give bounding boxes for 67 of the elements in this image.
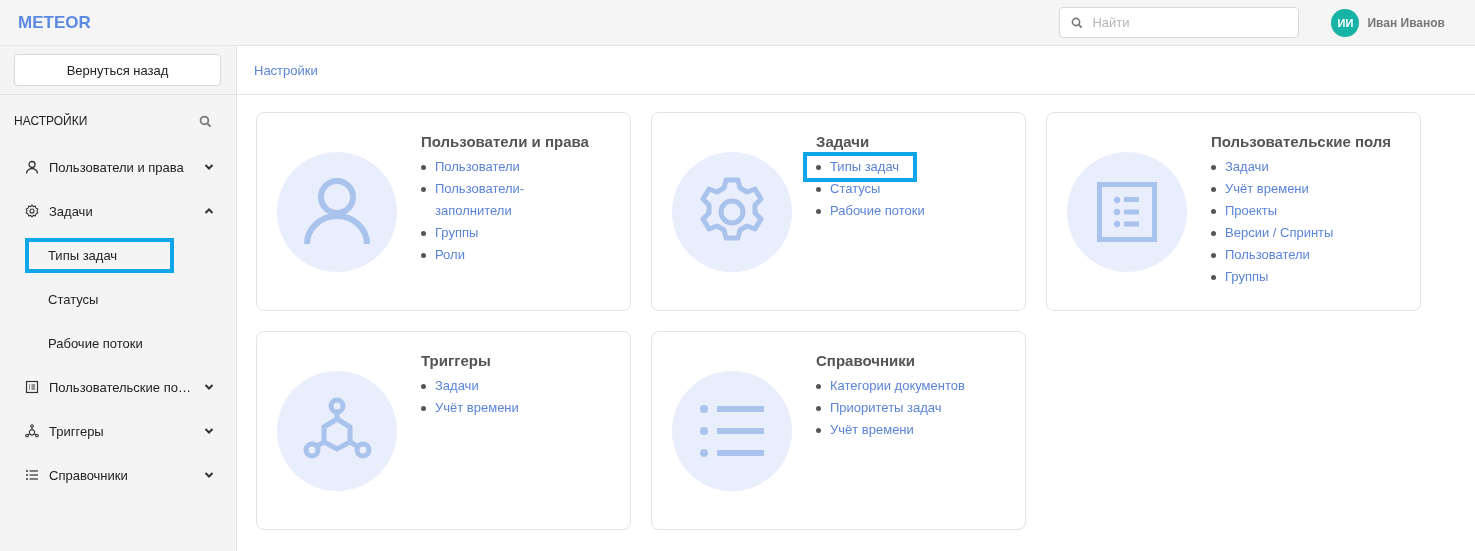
card-link[interactable]: Задачи — [435, 375, 479, 397]
card-link[interactable]: Учёт времени — [830, 419, 914, 441]
back-button[interactable]: Вернуться назад — [14, 54, 221, 86]
card-link[interactable]: Версии / Спринты — [1225, 222, 1334, 244]
user-avatar[interactable]: ИИ — [1331, 8, 1360, 37]
form-icon — [1067, 152, 1187, 272]
bullet-icon — [1211, 253, 1216, 258]
card-link[interactable]: Задачи — [1225, 156, 1269, 178]
search-field[interactable]: Найти — [1059, 7, 1300, 38]
bullet-icon — [816, 428, 821, 433]
bullet-icon — [421, 165, 426, 170]
bullet-icon — [1211, 209, 1216, 214]
card-title: Пользовательские поля — [1211, 133, 1392, 150]
sidebar-item[interactable]: Задачи — [49, 203, 194, 219]
chevron-down-icon[interactable] — [204, 470, 214, 480]
card-link[interactable]: Учёт времени — [1225, 178, 1309, 200]
card-link[interactable]: Учёт времени — [435, 397, 519, 419]
card-link[interactable]: Рабочие потоки — [830, 200, 925, 222]
bullet-icon — [421, 187, 426, 192]
chevron-down-icon[interactable] — [204, 426, 214, 436]
search-icon[interactable] — [199, 114, 212, 128]
user-name[interactable]: Иван Иванов — [1367, 15, 1445, 30]
bullet-icon — [421, 384, 426, 389]
bullet-icon — [1211, 231, 1216, 236]
card-title: Пользователи и права — [421, 133, 589, 150]
network-icon — [277, 371, 397, 491]
card-link[interactable]: Типы задач — [803, 152, 918, 182]
chevron-up-icon[interactable] — [204, 206, 214, 216]
list-icon — [672, 371, 792, 491]
card-link[interactable]: Приоритеты задач — [830, 397, 942, 419]
bullet-icon — [816, 187, 821, 192]
card-link[interactable]: Пользователи — [1225, 244, 1310, 266]
sidebar-subitem[interactable]: Типы задач — [25, 237, 174, 273]
sidebar-item[interactable]: Пользовательские по… — [49, 379, 194, 395]
card-title: Задачи — [816, 133, 871, 150]
bullet-icon — [421, 406, 426, 411]
bullet-icon — [421, 231, 426, 236]
breadcrumb-link[interactable]: Настройки — [254, 62, 318, 78]
sidebar-item[interactable]: Триггеры — [49, 423, 194, 439]
card-link[interactable]: Проекты — [1225, 200, 1278, 222]
card-title: Триггеры — [421, 352, 492, 369]
bullet-icon — [421, 253, 426, 258]
card-link[interactable]: Пользователи — [435, 156, 520, 178]
sidebar-item[interactable]: Справочники — [49, 467, 194, 483]
person-icon — [277, 152, 397, 272]
sidebar-title: НАСТРОЙКИ — [14, 114, 88, 128]
search-icon — [1071, 17, 1084, 29]
bullet-icon — [1211, 275, 1216, 280]
bullet-icon — [1211, 187, 1216, 192]
app-logo[interactable]: METEOR — [18, 12, 91, 33]
bullet-icon — [816, 209, 821, 214]
sidebar-subitem[interactable]: Статусы — [25, 281, 174, 317]
card-link[interactable]: Категории документов — [830, 375, 965, 397]
bullet-icon — [816, 165, 821, 170]
sidebar-item[interactable]: Пользователи и права — [49, 159, 194, 175]
bullet-icon — [1211, 165, 1216, 170]
settings-icon — [672, 152, 792, 272]
chevron-down-icon[interactable] — [204, 162, 214, 172]
bullet-icon — [816, 384, 821, 389]
sidebar-subitem[interactable]: Рабочие потоки — [25, 325, 174, 361]
bullet-icon — [816, 406, 821, 411]
chevron-down-icon[interactable] — [204, 382, 214, 392]
card-link[interactable]: Роли — [435, 244, 465, 266]
card-link[interactable]: Пользователи-заполнители — [435, 178, 585, 222]
card-link[interactable]: Группы — [1225, 266, 1269, 288]
card-title: Справочники — [816, 352, 916, 369]
card-link[interactable]: Группы — [435, 222, 479, 244]
